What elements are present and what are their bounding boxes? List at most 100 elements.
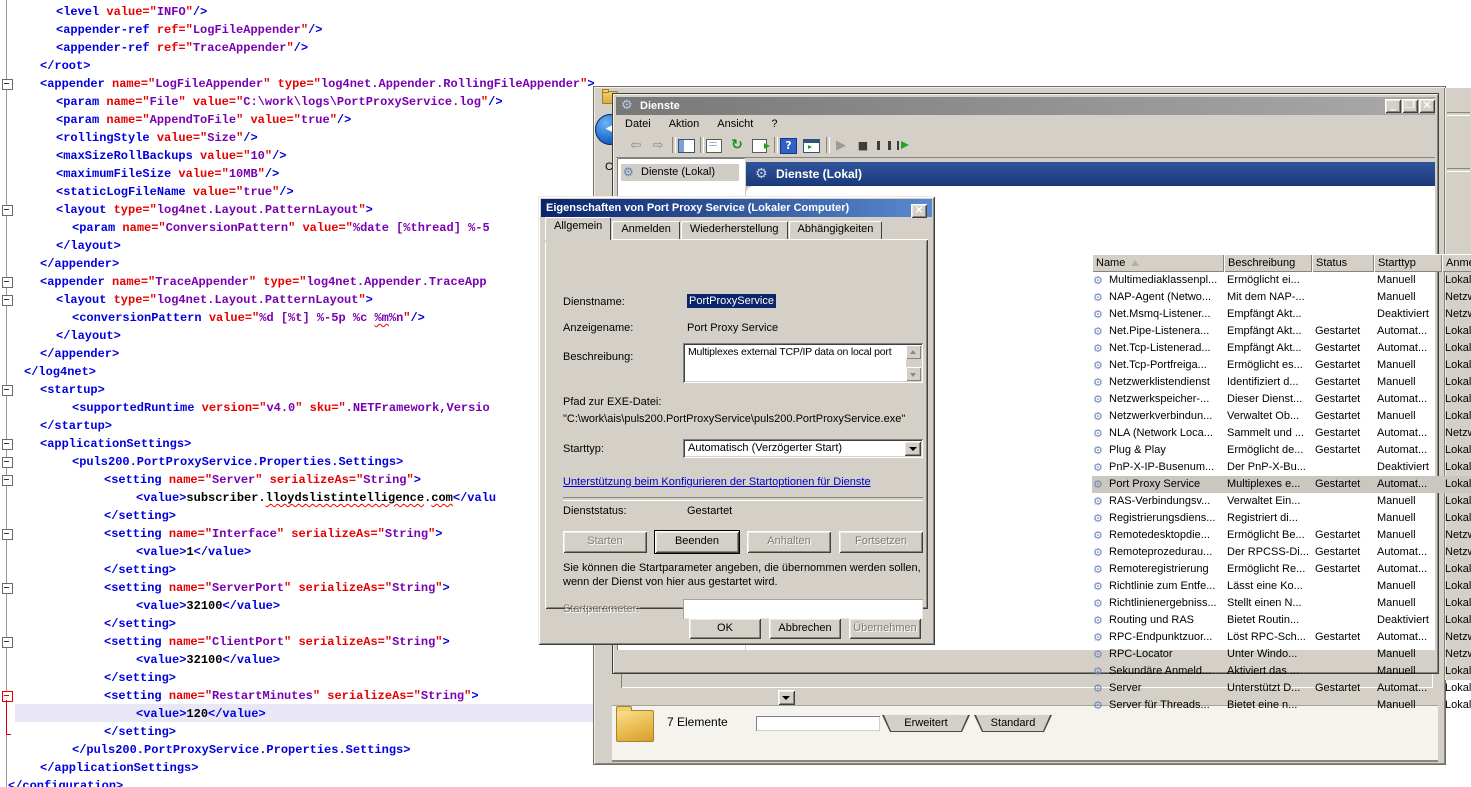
column-header-name[interactable]: Name bbox=[1092, 254, 1224, 272]
export-list-icon[interactable] bbox=[752, 139, 767, 153]
table-row[interactable]: Remoteprozedurau...Der RPCSS-Di...Gestar… bbox=[1092, 544, 1471, 561]
menu-item-ansicht[interactable]: Ansicht bbox=[708, 115, 762, 134]
fold-toggle-icon[interactable] bbox=[2, 637, 13, 648]
anzeigename-value: Port Proxy Service bbox=[687, 322, 778, 334]
abbrechen-button[interactable]: Abbrechen bbox=[769, 618, 841, 639]
fold-toggle-icon[interactable] bbox=[2, 439, 13, 450]
table-row[interactable]: Remotedesktopdie...Ermöglicht Be...Gesta… bbox=[1092, 527, 1471, 544]
column-header-anmeldenals[interactable]: Anmelden als bbox=[1442, 254, 1471, 272]
services-list: Multimediaklassenpl...Ermöglicht ei...Ma… bbox=[1092, 272, 1471, 714]
table-row[interactable]: Sekundäre Anmeld...Aktiviert das ...Manu… bbox=[1092, 663, 1471, 680]
menu-item-aktion[interactable]: Aktion bbox=[660, 115, 709, 134]
dialog-title-bar[interactable]: Eigenschaften von Port Proxy Service (Lo… bbox=[541, 199, 932, 217]
table-row[interactable]: Net.Tcp-Listenerad...Empfängt Akt...Gest… bbox=[1092, 340, 1471, 357]
dropdown-button[interactable] bbox=[778, 690, 795, 705]
back-icon[interactable]: ⇦ bbox=[627, 137, 645, 154]
fold-toggle-icon[interactable] bbox=[2, 205, 13, 216]
table-row[interactable]: NetzwerklistendienstIdentifiziert d...Ge… bbox=[1092, 374, 1471, 391]
fold-toggle-icon[interactable] bbox=[2, 583, 13, 594]
services-icon: ⚙ bbox=[755, 162, 768, 186]
menu-item-datei[interactable]: Datei bbox=[616, 115, 660, 134]
column-header-starttyp[interactable]: Starttyp bbox=[1374, 254, 1442, 272]
show-console-tree-icon[interactable] bbox=[678, 139, 695, 153]
table-row[interactable]: Net.Msmq-Listener...Empfängt Akt...Deakt… bbox=[1092, 306, 1471, 323]
textbox-scrollbar[interactable] bbox=[906, 345, 921, 381]
dienstname-label: Dienstname: bbox=[563, 296, 625, 308]
column-header-status[interactable]: Status bbox=[1312, 254, 1374, 272]
table-row[interactable]: PnP-X-IP-Busenum...Der PnP-X-Bu...Deakti… bbox=[1092, 459, 1471, 476]
tab-abhngigkeiten[interactable]: Abhängigkeiten bbox=[789, 221, 883, 240]
folder-icon bbox=[616, 710, 654, 742]
stop-service-icon[interactable]: ■ bbox=[854, 137, 872, 154]
close-icon[interactable]: × bbox=[911, 204, 927, 218]
table-row[interactable]: RemoteregistrierungErmöglicht Re...Gesta… bbox=[1092, 561, 1471, 578]
tab-allgemein[interactable]: Allgemein bbox=[545, 217, 611, 240]
refresh-icon[interactable]: ↻ bbox=[728, 137, 746, 154]
pfad-value: "C:\work\ais\puls200.PortProxyService\pu… bbox=[563, 413, 923, 425]
fold-toggle-icon[interactable] bbox=[2, 277, 13, 288]
table-row[interactable]: Net.Tcp-Portfreiga...Ermöglicht es...Ges… bbox=[1092, 357, 1471, 374]
table-row[interactable]: RPC-LocatorUnter Windo...ManuellNetzwerk… bbox=[1092, 646, 1471, 663]
menu-item-?[interactable]: ? bbox=[762, 115, 786, 134]
tab-anmelden[interactable]: Anmelden bbox=[612, 221, 680, 240]
fold-toggle-icon[interactable] bbox=[2, 475, 13, 486]
close-icon[interactable]: × bbox=[1419, 99, 1435, 113]
pause-service-icon[interactable] bbox=[877, 141, 891, 150]
startparameter-input[interactable] bbox=[683, 599, 923, 619]
title-bar[interactable]: ⚙ Dienste _ ❒ × bbox=[616, 97, 1435, 115]
anhalten-button: Anhalten bbox=[747, 531, 831, 553]
table-row[interactable]: Routing und RASBietet Routin...Deaktivie… bbox=[1092, 612, 1471, 629]
table-row[interactable]: Port Proxy ServiceMultiplexes e...Gestar… bbox=[1092, 476, 1471, 493]
start-service-icon[interactable]: ▶ bbox=[832, 137, 850, 154]
view-tab-erweitert[interactable]: Erweitert bbox=[882, 715, 970, 732]
table-row[interactable]: Server für Threads...Bietet eine n...Man… bbox=[1092, 697, 1471, 714]
tree-item-dienste-lokal[interactable]: ⚙ Dienste (Lokal) bbox=[621, 164, 739, 181]
dienststatus-value: Gestartet bbox=[687, 505, 732, 517]
table-row[interactable]: Multimediaklassenpl...Ermöglicht ei...Ma… bbox=[1092, 272, 1471, 289]
table-row[interactable]: RAS-Verbindungsv...Verwaltet Ein...Manue… bbox=[1092, 493, 1471, 510]
fold-red-bracket-end bbox=[6, 734, 11, 735]
beschreibung-textbox[interactable]: Multiplexes external TCP/IP data on loca… bbox=[683, 343, 923, 383]
help-icon[interactable]: ? bbox=[780, 138, 797, 154]
beenden-button[interactable]: Beenden bbox=[655, 531, 739, 553]
code-line: <appender-ref ref="LogFileAppender"/> bbox=[0, 21, 1471, 39]
dienststatus-label: Dienststatus: bbox=[563, 505, 627, 517]
scroll-up-icon[interactable] bbox=[906, 345, 921, 359]
fold-red-bracket bbox=[6, 700, 7, 734]
table-row[interactable]: Registrierungsdiens...Registriert di...M… bbox=[1092, 510, 1471, 527]
fold-toggle-icon[interactable] bbox=[2, 529, 13, 540]
forward-icon[interactable]: ⇨ bbox=[649, 137, 667, 154]
fold-toggle-icon[interactable] bbox=[2, 79, 13, 90]
starttyp-dropdown[interactable]: Automatisch (Verzögerter Start) bbox=[683, 439, 923, 458]
chevron-down-icon[interactable] bbox=[904, 441, 921, 456]
table-row[interactable]: Net.Pipe-Listenera...Empfängt Akt...Gest… bbox=[1092, 323, 1471, 340]
starttyp-label: Starttyp: bbox=[563, 443, 604, 455]
startoptionen-help-link[interactable]: Unterstützung beim Konfigurieren der Sta… bbox=[563, 476, 871, 488]
properties-dialog: Eigenschaften von Port Proxy Service (Lo… bbox=[538, 196, 935, 645]
table-row[interactable]: Plug & PlayErmöglicht de...GestartetAuto… bbox=[1092, 442, 1471, 459]
extended-view-icon[interactable] bbox=[803, 139, 820, 153]
scroll-down-icon[interactable] bbox=[906, 367, 921, 381]
minimize-button[interactable]: _ bbox=[1385, 99, 1401, 113]
table-row[interactable]: NAP-Agent (Netwo...Mit dem NAP-...Manuel… bbox=[1092, 289, 1471, 306]
table-row[interactable]: NLA (Network Loca...Sammelt und ...Gesta… bbox=[1092, 425, 1471, 442]
bottom-inset-box bbox=[756, 716, 880, 731]
table-row[interactable]: Netzwerkverbindun...Verwaltet Ob...Gesta… bbox=[1092, 408, 1471, 425]
ok-button[interactable]: OK bbox=[689, 618, 761, 639]
table-row[interactable]: RPC-Endpunktzuor...Löst RPC-Sch...Gestar… bbox=[1092, 629, 1471, 646]
column-header-beschreibung[interactable]: Beschreibung bbox=[1224, 254, 1312, 272]
maximize-button[interactable]: ❒ bbox=[1402, 99, 1418, 113]
table-row[interactable]: Richtlinie zum Entfe...Lässt eine Ko...M… bbox=[1092, 578, 1471, 595]
table-row[interactable]: ServerUnterstützt D...GestartetAutomat..… bbox=[1092, 680, 1471, 697]
fold-toggle-icon[interactable] bbox=[2, 385, 13, 396]
fold-toggle-icon[interactable] bbox=[2, 691, 13, 702]
tab-wiederherstellung[interactable]: Wiederherstellung bbox=[681, 221, 788, 240]
fold-toggle-icon[interactable] bbox=[2, 295, 13, 306]
table-row[interactable]: Netzwerkspeicher-...Dieser Dienst...Gest… bbox=[1092, 391, 1471, 408]
fold-toggle-icon[interactable] bbox=[2, 457, 13, 468]
table-row[interactable]: Richtlinienergebniss...Stellt einen N...… bbox=[1092, 595, 1471, 612]
dienstname-value[interactable]: PortProxyService bbox=[687, 294, 776, 308]
restart-service-icon[interactable] bbox=[897, 141, 909, 150]
view-tab-standard[interactable]: Standard bbox=[974, 715, 1052, 732]
properties-icon[interactable] bbox=[706, 139, 722, 153]
